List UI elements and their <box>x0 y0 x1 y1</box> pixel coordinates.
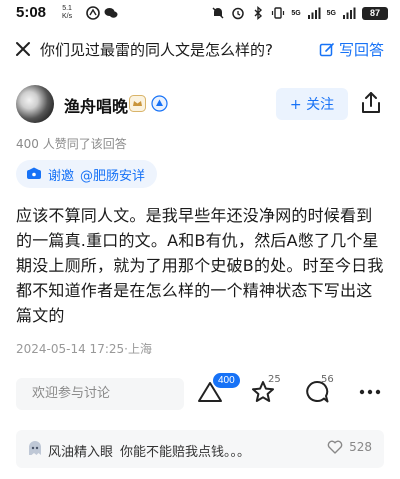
wechat-icon <box>104 8 118 18</box>
ai-assistant-icon <box>86 6 100 20</box>
more-button[interactable] <box>356 378 386 408</box>
signal-label-2: 5G <box>326 9 336 17</box>
agree-summary: 400 人赞同了该回答 <box>16 137 127 151</box>
invite-chip[interactable]: 谢邀 @肥肠安详 <box>16 160 158 188</box>
commenter-name[interactable]: 风油精入眼 <box>48 441 113 460</box>
network-speed: 5.1 K/s <box>62 5 73 20</box>
battery-indicator: 87 <box>362 6 388 20</box>
question-title[interactable]: 你们见过最雷的同人文是怎么样的? <box>40 39 273 60</box>
share-icon[interactable] <box>360 91 382 115</box>
comment-text: 你能不能赔我点钱。。。 <box>120 445 251 460</box>
comment-like-count: 528 <box>349 440 372 454</box>
bluetooth-icon <box>254 6 263 20</box>
signal-icon <box>307 7 321 19</box>
follow-button[interactable]: + 关注 <box>276 88 348 120</box>
creator-badge-icon <box>129 95 146 112</box>
bell-off-icon <box>212 7 224 19</box>
status-time: 5:08 <box>16 4 47 21</box>
write-answer-label: 写回答 <box>338 41 384 59</box>
author-avatar[interactable] <box>16 85 54 123</box>
comment-count: 56 <box>321 374 334 385</box>
vibrate-icon <box>272 7 285 19</box>
write-answer-button[interactable]: 写回答 <box>319 39 384 60</box>
edit-icon <box>319 42 334 56</box>
signal-icon-2 <box>343 7 356 19</box>
comment-input[interactable]: 欢迎参与讨论 <box>16 378 184 410</box>
answer-timestamp: 2024-05-14 17:25·上海 <box>16 342 152 356</box>
invite-label: 谢邀 <box>48 168 75 184</box>
agree-count-badge: 400 <box>213 373 240 388</box>
comment-like-button[interactable]: 528 <box>327 440 372 454</box>
signal-label-1: 5G <box>291 9 301 17</box>
question-header: 你们见过最雷的同人文是怎么样的? 写回答 <box>0 32 400 66</box>
more-dots-icon <box>359 389 381 395</box>
author-name[interactable]: 渔舟唱晚 <box>64 93 128 117</box>
heart-icon <box>327 440 343 454</box>
divider <box>0 418 400 428</box>
level-badge-icon <box>151 95 168 112</box>
favorite-count: 25 <box>268 374 281 385</box>
invite-user-link[interactable]: @肥肠安详 <box>80 165 145 184</box>
close-icon[interactable] <box>14 40 32 58</box>
answer-content: 应该不算同人文。是我早些年还没净网的时候看到的一篇真.重口的文。A和B有仇，然后… <box>16 206 384 325</box>
status-system-icons: 5G 5G 87 <box>211 6 388 20</box>
status-notification-icons <box>86 6 118 20</box>
commenter-avatar <box>29 441 41 455</box>
status-bar: 5:08 5.1 K/s 5G 5G 87 <box>0 0 400 28</box>
alarm-icon <box>232 7 245 20</box>
top-comment-card[interactable]: 风油精入眼 你能不能赔我点钱。。。 528 <box>16 430 384 468</box>
invite-icon <box>27 167 41 179</box>
